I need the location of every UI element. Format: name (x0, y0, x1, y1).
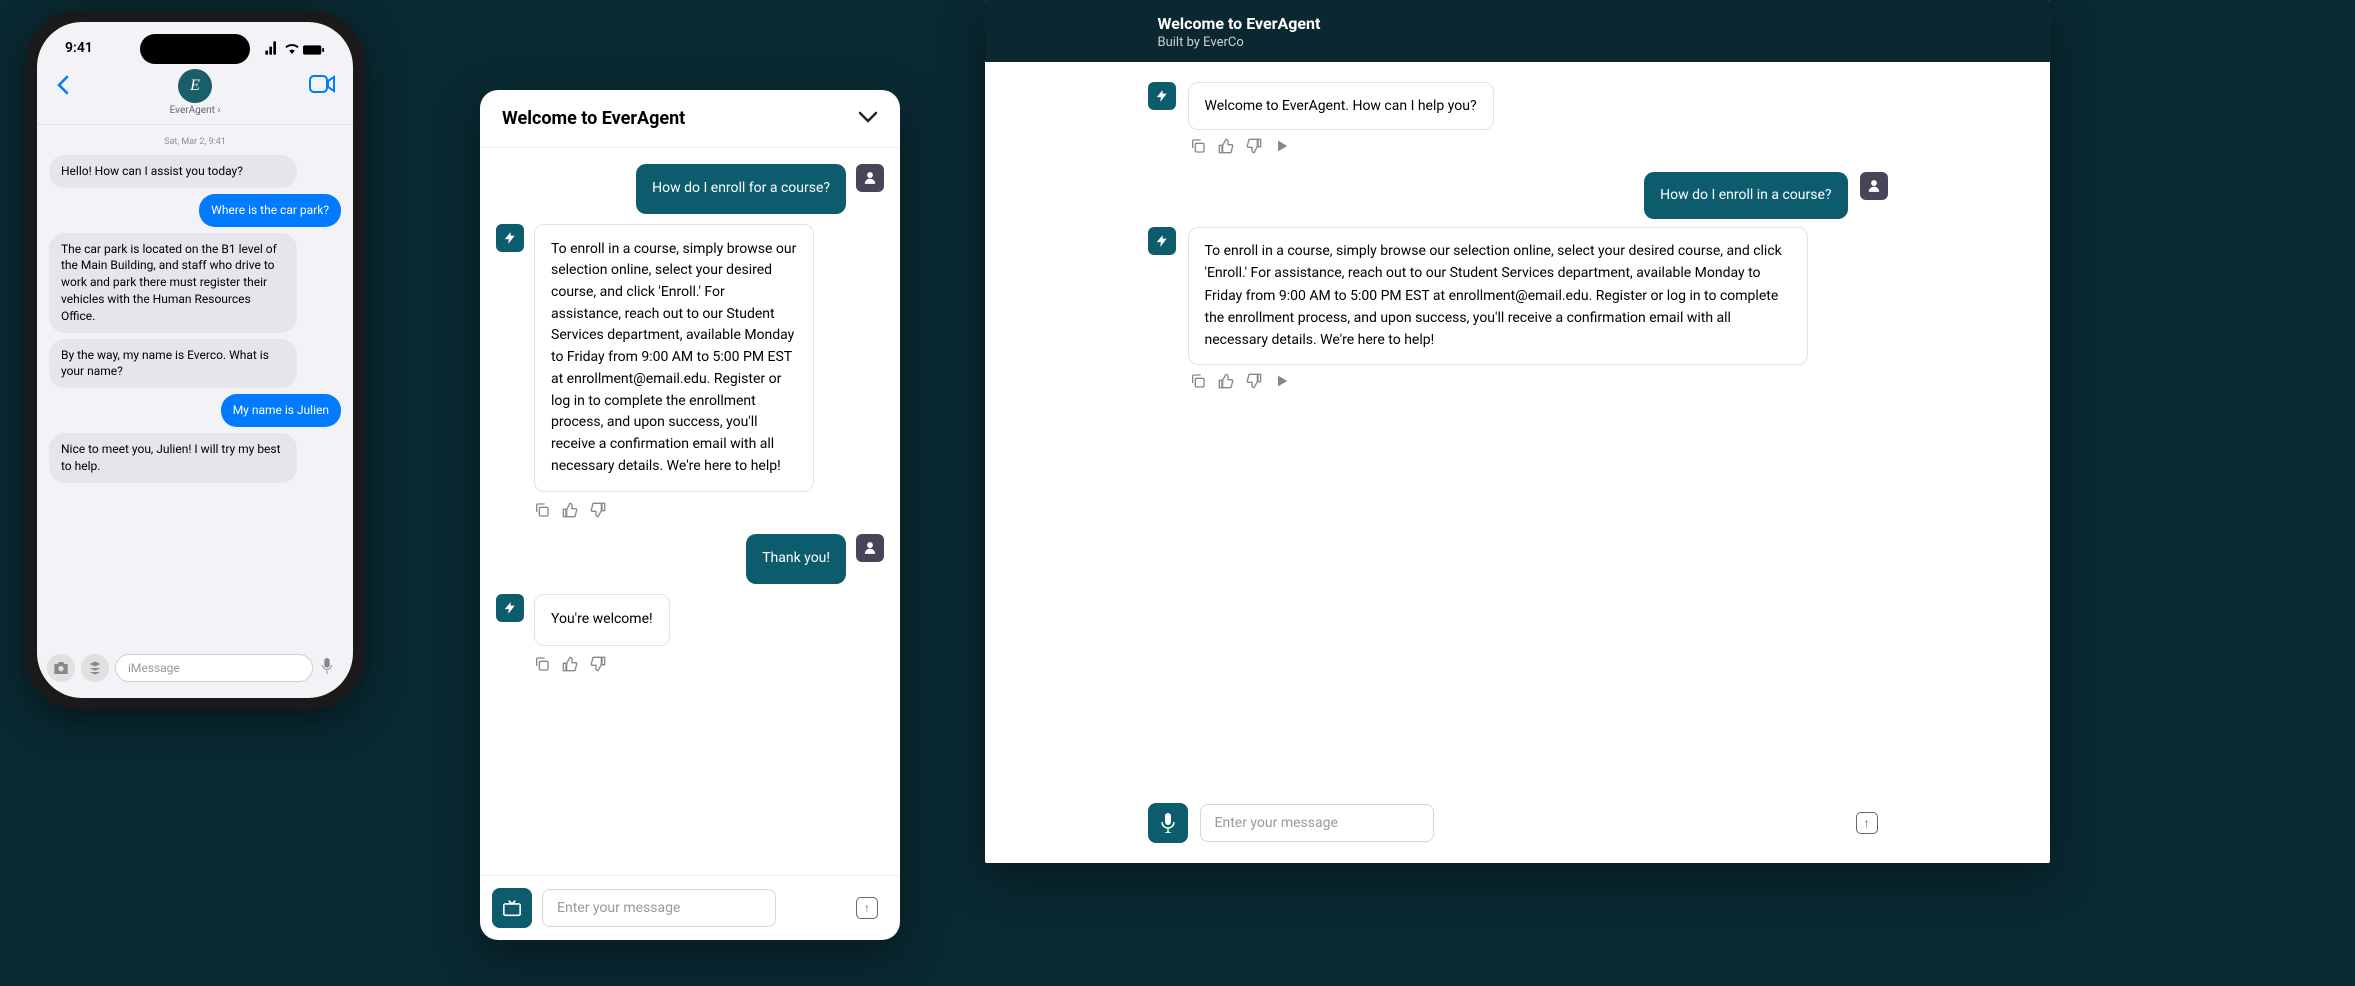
send-icon[interactable]: ↑ (1856, 812, 1878, 834)
widget-input-row: ↑ (480, 875, 900, 940)
message-in[interactable]: By the way, my name is Everco. What is y… (49, 339, 297, 389)
camera-icon[interactable] (47, 654, 75, 682)
message-in[interactable]: Nice to meet you, Julien! I will try my … (49, 433, 297, 483)
message-row-agent: To enroll in a course, simply browse our… (496, 224, 884, 493)
person-icon (1860, 172, 1888, 200)
thumbs-down-icon[interactable] (590, 502, 606, 518)
user-message[interactable]: How do I enroll in a course? (1644, 172, 1847, 218)
status-time: 9:41 (65, 40, 93, 60)
battery-icon (303, 44, 325, 56)
message-actions (1190, 138, 1888, 154)
video-icon[interactable] (309, 75, 335, 97)
thumbs-down-icon[interactable] (1246, 138, 1262, 154)
panel-title: Welcome to EverAgent (1158, 14, 1878, 33)
bolt-icon (1148, 227, 1176, 255)
phone-chat-header: E EverAgent › (37, 65, 353, 125)
copy-icon[interactable] (1190, 373, 1206, 389)
message-input[interactable] (115, 654, 313, 682)
copy-icon[interactable] (1190, 138, 1206, 154)
panel-header: Welcome to EverAgent Built by EverCo (985, 0, 2050, 62)
thumbs-up-icon[interactable] (562, 656, 578, 672)
user-message[interactable]: How do I enroll for a course? (636, 164, 846, 214)
signal-icon (264, 40, 280, 56)
status-indicators (264, 40, 325, 60)
contact-name[interactable]: EverAgent › (52, 105, 338, 116)
thumbs-down-icon[interactable] (590, 656, 606, 672)
message-row-agent: To enroll in a course, simply browse our… (1148, 227, 1888, 365)
message-row-agent: Welcome to EverAgent. How can I help you… (1148, 82, 1888, 130)
panel-subtitle: Built by EverCo (1158, 35, 1878, 50)
message-row-user: Thank you! (496, 534, 884, 584)
message-row-agent: You're welcome! (496, 594, 884, 646)
phone-messages: Sat, Mar 2, 9:41 Hello! How can I assist… (37, 125, 353, 497)
message-in[interactable]: The car park is located on the B1 level … (49, 233, 297, 333)
tv-icon[interactable] (492, 888, 532, 928)
agent-message[interactable]: To enroll in a course, simply browse our… (534, 224, 814, 493)
message-in[interactable]: Hello! How can I assist you today? (49, 155, 297, 188)
chat-panel: Welcome to EverAgent Built by EverCo Wel… (985, 0, 2050, 863)
play-icon[interactable] (1274, 373, 1290, 389)
chat-widget: Welcome to EverAgent How do I enroll for… (480, 90, 900, 940)
message-actions (534, 502, 884, 518)
message-actions (534, 656, 884, 672)
chevron-down-icon[interactable] (858, 109, 878, 128)
widget-title: Welcome to EverAgent (502, 108, 685, 129)
bolt-icon (496, 594, 524, 622)
contact-avatar[interactable]: E (178, 69, 212, 103)
apps-icon[interactable] (81, 654, 109, 682)
wifi-icon (284, 40, 300, 56)
message-out[interactable]: My name is Julien (221, 394, 341, 427)
phone-input-row (47, 654, 343, 682)
person-icon (856, 534, 884, 562)
user-message[interactable]: Thank you! (746, 534, 846, 584)
phone-date: Sat, Mar 2, 9:41 (49, 137, 341, 147)
thumbs-down-icon[interactable] (1246, 373, 1262, 389)
phone-mockup: 9:41 E EverAgent › Sat, Mar 2, 9:41 Hell… (25, 10, 365, 710)
copy-icon[interactable] (534, 656, 550, 672)
bolt-icon (1148, 82, 1176, 110)
message-input[interactable] (542, 889, 776, 927)
message-input[interactable] (1200, 804, 1434, 842)
panel-body: Welcome to EverAgent. How can I help you… (985, 62, 2050, 789)
phone-screen: 9:41 E EverAgent › Sat, Mar 2, 9:41 Hell… (37, 22, 353, 698)
thumbs-up-icon[interactable] (562, 502, 578, 518)
message-actions (1190, 373, 1888, 389)
panel-input-row: ↑ (985, 789, 2050, 863)
agent-message[interactable]: Welcome to EverAgent. How can I help you… (1188, 82, 1494, 130)
play-icon[interactable] (1274, 138, 1290, 154)
message-row-user: How do I enroll for a course? (496, 164, 884, 214)
send-icon[interactable]: ↑ (856, 897, 878, 919)
phone-notch (140, 34, 250, 64)
message-row-user: How do I enroll in a course? (1148, 172, 1888, 218)
thumbs-up-icon[interactable] (1218, 373, 1234, 389)
widget-body: How do I enroll for a course? To enroll … (480, 148, 900, 875)
thumbs-up-icon[interactable] (1218, 138, 1234, 154)
person-icon (856, 164, 884, 192)
message-out[interactable]: Where is the car park? (199, 194, 341, 227)
back-icon[interactable] (55, 75, 71, 101)
bolt-icon (496, 224, 524, 252)
agent-message[interactable]: To enroll in a course, simply browse our… (1188, 227, 1808, 365)
widget-header: Welcome to EverAgent (480, 90, 900, 148)
microphone-icon[interactable] (1148, 803, 1188, 843)
microphone-icon[interactable] (321, 658, 333, 678)
agent-message[interactable]: You're welcome! (534, 594, 670, 646)
copy-icon[interactable] (534, 502, 550, 518)
